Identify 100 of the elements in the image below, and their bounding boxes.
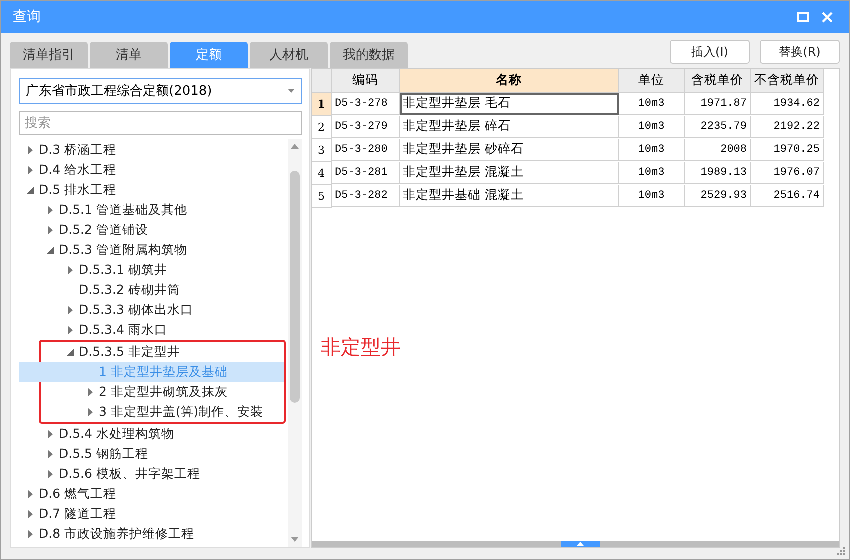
tree-item[interactable]: D.5.6 模板、井字架工程 — [19, 464, 288, 484]
tree-item[interactable]: D.7 隧道工程 — [19, 504, 288, 524]
tree-item-label: D.5.3.5 非定型井 — [79, 344, 180, 360]
expand-triangle-icon[interactable] — [47, 450, 55, 458]
table-cell: 非定型井基础 混凝土 — [400, 185, 619, 207]
dropdown-caret-icon — [288, 89, 295, 93]
table-cell: D5-3-279 — [332, 116, 400, 138]
tree-item-label: D.5.3.3 砌体出水口 — [79, 302, 194, 318]
tree-item[interactable]: D.5.3.4 雨水口 — [19, 320, 288, 340]
column-header[interactable]: 含税单价 — [685, 69, 751, 93]
table-cell: 10m3 — [619, 93, 685, 115]
tree-item[interactable]: D.5 排水工程 — [19, 180, 288, 200]
table-cell: 2235.79 — [685, 116, 751, 138]
expand-triangle-icon[interactable] — [27, 510, 35, 518]
tree-item[interactable]: D.5.3.2 砖砌井筒 — [19, 280, 288, 300]
table-cell: 1970.25 — [751, 139, 824, 161]
tree-item-label: D.5 排水工程 — [39, 182, 117, 198]
row-number: 1 — [312, 93, 332, 116]
tree-item[interactable]: D.8 市政设施养护维修工程 — [19, 524, 288, 544]
tree-item[interactable]: D.5.5 钢筋工程 — [19, 444, 288, 464]
tree-item[interactable]: D.5.3.1 砌筑井 — [19, 260, 288, 280]
table-cell: 10m3 — [619, 162, 685, 184]
table-cell: D5-3-282 — [332, 185, 400, 207]
column-header[interactable]: 名称 — [400, 69, 619, 93]
tree-item[interactable]: D.5.1 管道基础及其他 — [19, 200, 288, 220]
tree-item-label: D.5.3.2 砖砌井筒 — [79, 282, 180, 298]
window-title: 查询 — [13, 8, 42, 26]
tab[interactable]: 清单指引 — [10, 42, 88, 68]
expand-triangle-icon[interactable] — [47, 226, 55, 234]
column-header[interactable]: 不含税单价 — [751, 69, 824, 93]
scroll-up-icon[interactable] — [291, 144, 299, 149]
tab[interactable]: 清单 — [90, 42, 168, 68]
scroll-thumb-grip-icon[interactable] — [577, 542, 584, 546]
tree-item[interactable]: D.4 给水工程 — [19, 160, 288, 180]
tree-item-label: D.8 市政设施养护维修工程 — [39, 526, 195, 542]
annotation-text: 非定型井 — [321, 334, 401, 361]
expand-triangle-icon[interactable] — [27, 530, 35, 538]
table-cell: 2008 — [685, 139, 751, 161]
tree-item[interactable]: D.5.4 水处理构筑物 — [19, 424, 288, 444]
tree-item-label: 3 非定型井盖(箅)制作、安装 — [99, 404, 264, 420]
table-cell: 10m3 — [619, 139, 685, 161]
search-field[interactable]: 搜索 — [19, 111, 302, 135]
collapse-triangle-icon[interactable] — [27, 186, 35, 194]
table-cell: 非定型井垫层 毛石 — [400, 93, 619, 115]
expand-triangle-icon[interactable] — [67, 266, 75, 274]
tree-item[interactable]: D.5.3.3 砌体出水口 — [19, 300, 288, 320]
expand-triangle-icon[interactable] — [67, 306, 75, 314]
expand-triangle-icon[interactable] — [47, 470, 55, 478]
table-cell: 2192.22 — [751, 116, 824, 138]
tree-item[interactable]: 3 非定型井盖(箅)制作、安装 — [19, 402, 284, 422]
column-header[interactable]: 编码 — [332, 69, 400, 93]
table-cell: 1989.13 — [685, 162, 751, 184]
tree-item[interactable]: D.5.3.5 非定型井 — [19, 342, 284, 362]
tree-item[interactable]: D.6 燃气工程 — [19, 484, 288, 504]
tree-item-label: D.5.6 模板、井字架工程 — [59, 466, 200, 482]
table-cell: 10m3 — [619, 116, 685, 138]
table-cell: 非定型井垫层 砂碎石 — [400, 139, 619, 161]
scroll-down-icon[interactable] — [291, 537, 299, 542]
row-number: 3 — [312, 139, 332, 162]
expand-triangle-icon[interactable] — [87, 408, 95, 416]
tree-item[interactable]: 2 非定型井砌筑及抹灰 — [19, 382, 284, 402]
expand-triangle-icon[interactable] — [67, 326, 75, 334]
tree-item-label: 1 非定型井垫层及基础 — [99, 364, 228, 380]
expand-triangle-icon[interactable] — [27, 166, 35, 174]
expand-triangle-icon[interactable] — [47, 206, 55, 214]
expand-triangle-icon[interactable] — [87, 388, 95, 396]
expand-triangle-icon[interactable] — [47, 430, 55, 438]
row-number: 4 — [312, 162, 332, 185]
tree-item-label: D.5.4 水处理构筑物 — [59, 426, 174, 442]
tree-item-label: D.6 燃气工程 — [39, 486, 117, 502]
tree-item[interactable]: D.5.3 管道附属构筑物 — [19, 240, 288, 260]
table-cell: 2529.93 — [685, 185, 751, 207]
collapse-triangle-icon[interactable] — [67, 348, 75, 356]
tree-item-label: D.5.3 管道附属构筑物 — [59, 242, 188, 258]
table-cell: 2516.74 — [751, 185, 824, 207]
tree-item-label: 2 非定型井砌筑及抹灰 — [99, 384, 228, 400]
table-cell: 1976.07 — [751, 162, 824, 184]
tree-item-label: D.5.3.1 砌筑井 — [79, 262, 168, 278]
table-cell: D5-3-278 — [332, 93, 400, 115]
tree-item-label: D.5.1 管道基础及其他 — [59, 202, 188, 218]
action-button[interactable]: 替换(R) — [760, 40, 840, 64]
tree-item-label: D.5.2 管道铺设 — [59, 222, 148, 238]
row-number: 2 — [312, 116, 332, 139]
action-button[interactable]: 插入(I) — [670, 40, 750, 64]
vertical-scrollbar[interactable] — [288, 139, 302, 547]
horizontal-scrollbar[interactable] — [312, 541, 839, 547]
tree-item-label: D.5.5 钢筋工程 — [59, 446, 148, 462]
tab[interactable]: 我的数据 — [330, 42, 408, 68]
tree-item[interactable]: D.3 桥涵工程 — [19, 140, 288, 160]
table-cell: D5-3-281 — [332, 162, 400, 184]
expand-triangle-icon[interactable] — [27, 490, 35, 498]
resize-grip-icon[interactable] — [836, 546, 846, 556]
table-cell: 10m3 — [619, 185, 685, 207]
column-header[interactable]: 单位 — [619, 69, 685, 93]
tab[interactable]: 人材机 — [250, 42, 328, 68]
collapse-triangle-icon[interactable] — [47, 246, 55, 254]
library-dropdown[interactable]: 广东省市政工程综合定额(2018) — [19, 78, 302, 104]
expand-triangle-icon[interactable] — [27, 146, 35, 154]
table-cell: D5-3-280 — [332, 139, 400, 161]
tree-item[interactable]: D.5.2 管道铺设 — [19, 220, 288, 240]
